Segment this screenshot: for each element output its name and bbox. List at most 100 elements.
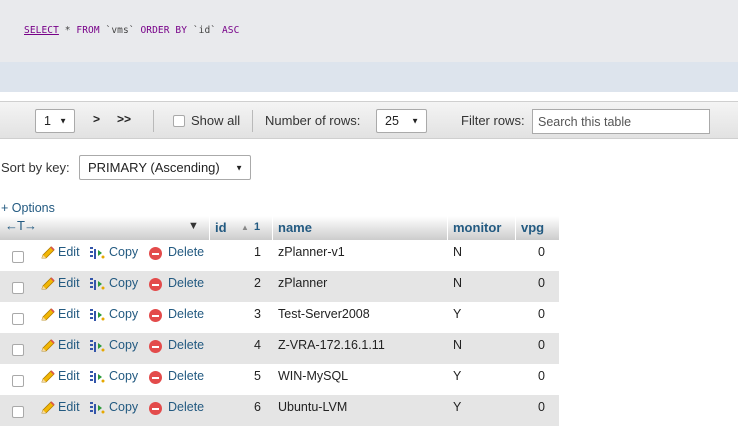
cell-id[interactable]: 3	[236, 307, 261, 321]
delete-icon[interactable]	[149, 371, 162, 384]
copy-link[interactable]: Copy	[109, 400, 138, 414]
cell-id[interactable]: 4	[236, 338, 261, 352]
copy-icon[interactable]	[89, 277, 105, 291]
sql-query-text[interactable]: SELECT * FROM `vms` ORDER BY `id` ASC	[24, 25, 239, 36]
sql-asc-keyword: ASC	[221, 25, 240, 36]
cell-id[interactable]: 2	[236, 276, 261, 290]
delete-link[interactable]: Delete	[168, 338, 204, 352]
copy-link[interactable]: Copy	[109, 276, 138, 290]
edit-link[interactable]: Edit	[58, 369, 80, 383]
pencil-icon[interactable]	[40, 277, 56, 291]
edit-link[interactable]: Edit	[58, 276, 80, 290]
delete-icon[interactable]	[149, 309, 162, 322]
show-all-checkbox[interactable]	[173, 115, 185, 127]
delete-icon[interactable]	[149, 402, 162, 415]
delete-link[interactable]: Delete	[168, 369, 204, 383]
pencil-icon[interactable]	[40, 308, 56, 322]
edit-link[interactable]: Edit	[58, 338, 80, 352]
delete-icon[interactable]	[149, 247, 162, 260]
sql-column-name: `id`	[192, 25, 217, 36]
copy-link[interactable]: Copy	[109, 245, 138, 259]
chevron-down-icon: ▼	[59, 116, 67, 126]
delete-link[interactable]: Delete	[168, 307, 204, 321]
cell-name[interactable]: zPlanner	[278, 276, 327, 290]
row-checkbox[interactable]	[12, 251, 24, 263]
table-row: Edit Copy Delete 4 Z-VRA-172.16.1.11 N 0	[0, 333, 559, 364]
edit-link[interactable]: Edit	[58, 307, 80, 321]
column-arrows-icon[interactable]: ←T→	[5, 218, 37, 233]
copy-link[interactable]: Copy	[109, 338, 138, 352]
options-toggle[interactable]: + Options	[1, 201, 55, 215]
sql-order-keyword: ORDER BY	[140, 25, 188, 36]
cell-name[interactable]: Ubuntu-LVM	[278, 400, 347, 414]
divider	[153, 110, 154, 132]
delete-icon[interactable]	[149, 278, 162, 291]
cell-monitor[interactable]: Y	[453, 400, 461, 414]
sql-table-name: `vms`	[105, 25, 135, 36]
table-row: Edit Copy Delete 1 zPlanner-v1 N 0	[0, 240, 559, 271]
page-select-value: 1	[44, 114, 51, 128]
row-checkbox[interactable]	[12, 406, 24, 418]
cell-name[interactable]: Z-VRA-172.16.1.11	[278, 338, 385, 352]
cell-vpg[interactable]: 0	[520, 276, 545, 290]
pencil-icon[interactable]	[40, 246, 56, 260]
edit-link[interactable]: Edit	[58, 400, 80, 414]
cell-name[interactable]: zPlanner-v1	[278, 245, 345, 259]
copy-link[interactable]: Copy	[109, 369, 138, 383]
sort-order-number: 1	[254, 221, 261, 233]
cell-id[interactable]: 6	[236, 400, 261, 414]
delete-link[interactable]: Delete	[168, 400, 204, 414]
pencil-icon[interactable]	[40, 401, 56, 415]
copy-icon[interactable]	[89, 401, 105, 415]
table-header: ←T→ ▼ id ▲ 1 name monitor vpg	[0, 216, 559, 240]
column-header-name[interactable]: name	[278, 220, 312, 235]
cell-vpg[interactable]: 0	[520, 307, 545, 321]
column-header-vpg[interactable]: vpg	[521, 220, 544, 235]
row-checkbox[interactable]	[12, 375, 24, 387]
pencil-icon[interactable]	[40, 370, 56, 384]
delete-link[interactable]: Delete	[168, 245, 204, 259]
row-checkbox[interactable]	[12, 313, 24, 325]
cell-vpg[interactable]: 0	[520, 338, 545, 352]
rows-select-value: 25	[385, 114, 399, 128]
pencil-icon[interactable]	[40, 339, 56, 353]
sql-query-footer	[0, 62, 738, 92]
cell-monitor[interactable]: N	[453, 338, 462, 352]
cell-name[interactable]: WIN-MySQL	[278, 369, 348, 383]
copy-icon[interactable]	[89, 308, 105, 322]
delete-icon[interactable]	[149, 340, 162, 353]
copy-icon[interactable]	[89, 246, 105, 260]
cell-vpg[interactable]: 0	[520, 245, 545, 259]
rows-per-page-select[interactable]: 25 ▼	[376, 109, 427, 133]
copy-link[interactable]: Copy	[109, 307, 138, 321]
cell-vpg[interactable]: 0	[520, 400, 545, 414]
sql-select-keyword[interactable]: SELECT	[24, 25, 59, 36]
column-header-id[interactable]: id	[215, 220, 227, 235]
last-page-button[interactable]: >>	[117, 112, 131, 126]
cell-monitor[interactable]: N	[453, 276, 462, 290]
table-row: Edit Copy Delete 6 Ubuntu-LVM Y 0	[0, 395, 559, 426]
column-header-monitor[interactable]: monitor	[453, 220, 501, 235]
filter-rows-input[interactable]	[532, 109, 710, 134]
row-checkbox[interactable]	[12, 282, 24, 294]
cell-name[interactable]: Test-Server2008	[278, 307, 370, 321]
cell-id[interactable]: 1	[236, 245, 261, 259]
cell-vpg[interactable]: 0	[520, 369, 545, 383]
sort-by-key-select[interactable]: PRIMARY (Ascending) ▼	[79, 155, 251, 180]
page-select[interactable]: 1 ▼	[35, 109, 75, 133]
delete-link[interactable]: Delete	[168, 276, 204, 290]
cell-id[interactable]: 5	[236, 369, 261, 383]
navigation-bar: 1 ▼ > >> Show all Number of rows: 25 ▼ F…	[0, 101, 738, 139]
next-page-button[interactable]: >	[93, 112, 100, 126]
edit-link[interactable]: Edit	[58, 245, 80, 259]
cell-monitor[interactable]: Y	[453, 369, 461, 383]
copy-icon[interactable]	[89, 370, 105, 384]
cell-monitor[interactable]: N	[453, 245, 462, 259]
chevron-down-icon: ▼	[235, 163, 243, 172]
cell-monitor[interactable]: Y	[453, 307, 461, 321]
copy-icon[interactable]	[89, 339, 105, 353]
rows-label: Number of rows:	[265, 113, 361, 128]
chevron-down-icon: ▼	[411, 116, 419, 126]
show-all-label[interactable]: Show all	[191, 113, 240, 128]
row-checkbox[interactable]	[12, 344, 24, 356]
